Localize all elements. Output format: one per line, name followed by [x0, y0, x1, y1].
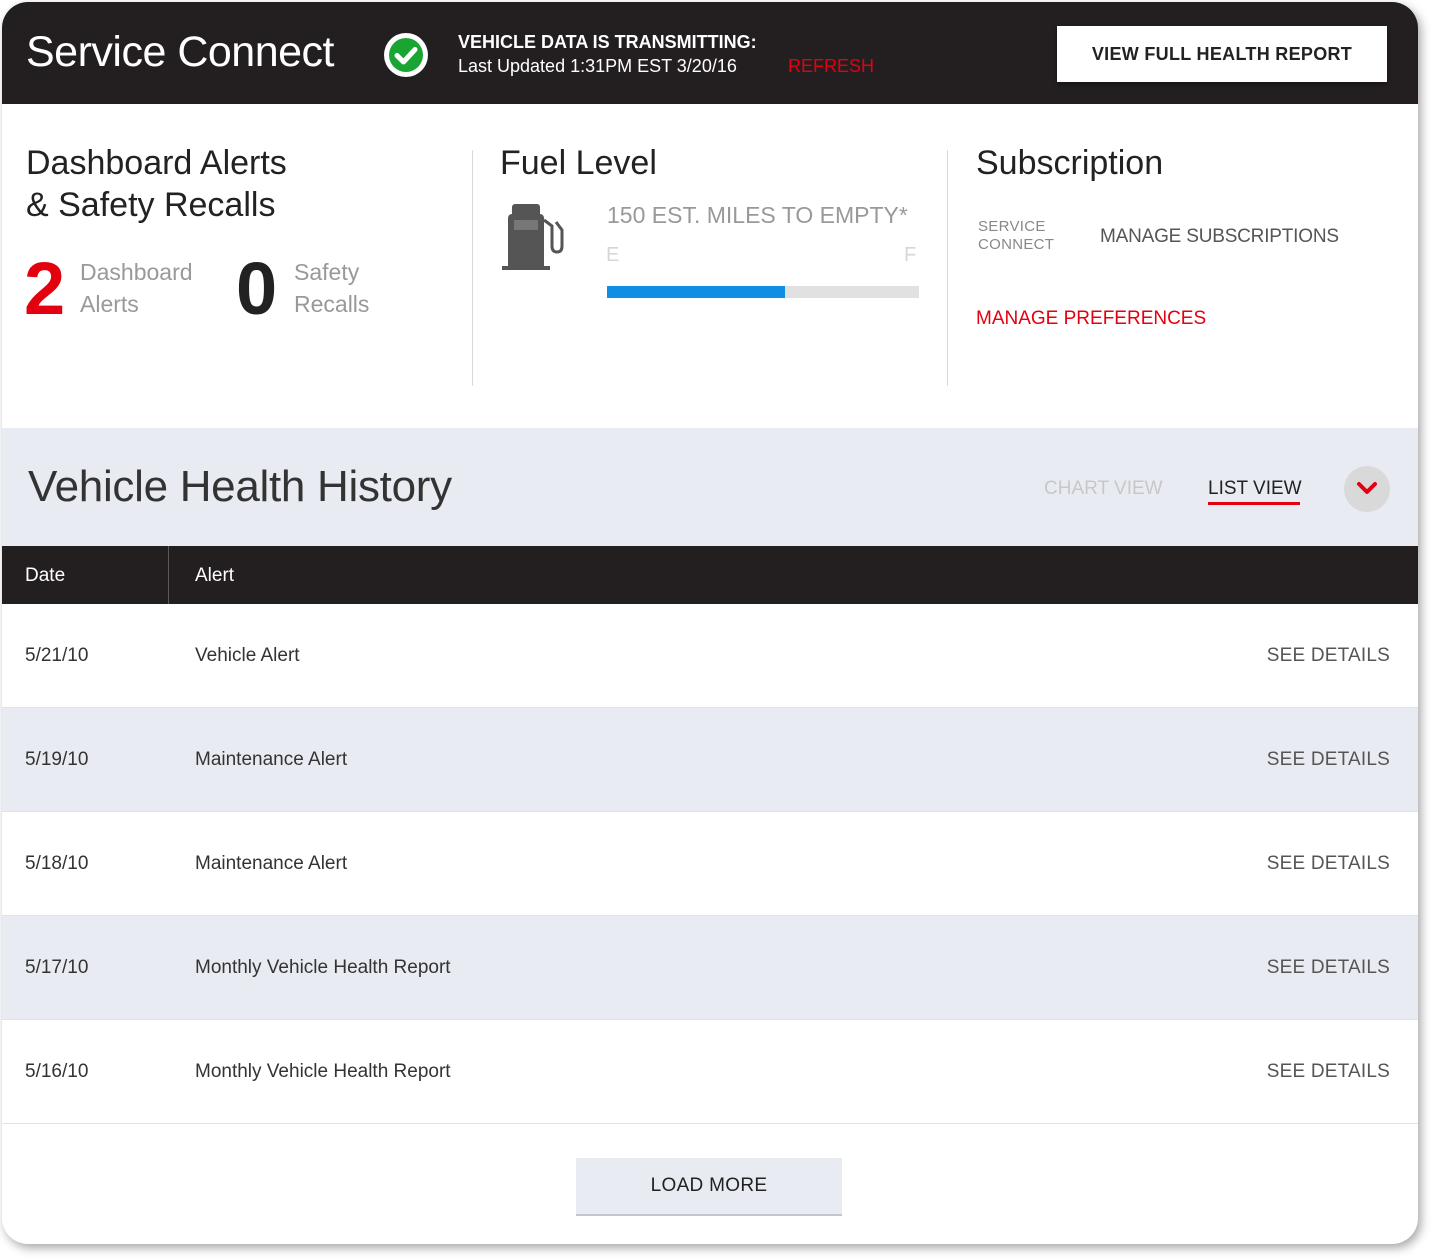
chart-view-tab[interactable]: CHART VIEW	[1044, 478, 1163, 500]
alerts-section-title: Dashboard Alerts & Safety Recalls	[26, 142, 287, 226]
fuel-level-fill	[607, 286, 785, 298]
row-alert: Vehicle Alert	[195, 645, 300, 666]
collapse-toggle-button[interactable]	[1344, 466, 1390, 512]
fuel-level-title: Fuel Level	[500, 144, 657, 182]
row-alert: Monthly Vehicle Health Report	[195, 1061, 451, 1082]
section-divider	[947, 150, 948, 386]
see-details-link[interactable]: SEE DETAILS	[1267, 645, 1390, 667]
table-row: 5/17/10 Monthly Vehicle Health Report SE…	[2, 916, 1418, 1020]
table-row: 5/19/10 Maintenance Alert SEE DETAILS	[2, 708, 1418, 812]
manage-preferences-link[interactable]: MANAGE PREFERENCES	[976, 308, 1206, 330]
row-date: 5/21/10	[25, 645, 89, 666]
fuel-empty-label: E	[606, 244, 620, 266]
history-title: Vehicle Health History	[28, 462, 452, 511]
manage-subscriptions-link[interactable]: MANAGE SUBSCRIPTIONS	[1100, 226, 1339, 248]
see-details-link[interactable]: SEE DETAILS	[1267, 1061, 1390, 1083]
subscription-title: Subscription	[976, 144, 1164, 182]
chevron-down-icon	[1357, 482, 1377, 494]
refresh-link[interactable]: REFRESH	[788, 56, 874, 77]
alerts-title-line1: Dashboard Alerts	[26, 144, 287, 182]
transmission-status-title: VEHICLE DATA IS TRANSMITTING:	[458, 32, 757, 52]
dashboard-alerts-label: Dashboard Alerts	[80, 256, 193, 320]
row-date: 5/18/10	[25, 853, 89, 874]
table-header: Date Alert	[2, 546, 1418, 604]
fuel-full-label: F	[904, 244, 917, 266]
fuel-pump-icon	[502, 204, 564, 270]
table-row: 5/21/10 Vehicle Alert SEE DETAILS	[2, 604, 1418, 708]
section-divider	[472, 150, 473, 386]
fuel-level-bar	[607, 286, 919, 298]
see-details-link[interactable]: SEE DETAILS	[1267, 957, 1390, 979]
column-header-alert: Alert	[195, 565, 235, 586]
see-details-link[interactable]: SEE DETAILS	[1267, 749, 1390, 771]
check-circle-icon	[384, 33, 428, 77]
safety-recalls-count: 0	[236, 247, 278, 330]
load-more-button[interactable]: LOAD MORE	[576, 1158, 842, 1216]
vehicle-health-history-header: Vehicle Health History CHART VIEW LIST V…	[2, 428, 1418, 546]
row-alert: Monthly Vehicle Health Report	[195, 957, 451, 978]
subscription-name: SERVICE CONNECT	[978, 218, 1054, 254]
app-title: Service Connect	[26, 28, 335, 76]
table-row: 5/18/10 Maintenance Alert SEE DETAILS	[2, 812, 1418, 916]
row-date: 5/17/10	[25, 957, 89, 978]
table-row: 5/16/10 Monthly Vehicle Health Report SE…	[2, 1020, 1418, 1124]
see-details-link[interactable]: SEE DETAILS	[1267, 853, 1390, 875]
dashboard-alerts-label-line2: Alerts	[80, 291, 139, 317]
column-header-date: Date	[25, 565, 66, 586]
safety-recalls-label-line1: Safety	[294, 259, 360, 285]
alerts-title-line2: & Safety Recalls	[26, 186, 276, 224]
row-date: 5/19/10	[25, 749, 89, 770]
app-window: Service Connect VEHICLE DATA IS TRANSMIT…	[2, 2, 1418, 1244]
row-alert: Maintenance Alert	[195, 853, 348, 874]
dashboard-alerts-count: 2	[24, 247, 66, 330]
miles-to-empty: 150 EST. MILES TO EMPTY*	[607, 202, 908, 228]
active-tab-indicator	[1208, 502, 1300, 505]
last-updated-text: Last Updated 1:31PM EST 3/20/16	[458, 56, 737, 76]
summary-panel: Dashboard Alerts & Safety Recalls 2 Dash…	[2, 104, 1418, 428]
row-alert: Maintenance Alert	[195, 749, 348, 770]
safety-recalls-label-line2: Recalls	[294, 291, 370, 317]
row-date: 5/16/10	[25, 1061, 89, 1082]
top-header-bar: Service Connect VEHICLE DATA IS TRANSMIT…	[2, 2, 1418, 104]
list-view-tab[interactable]: LIST VIEW	[1208, 478, 1302, 500]
dashboard-alerts-label-line1: Dashboard	[80, 259, 193, 285]
safety-recalls-label: Safety Recalls	[294, 256, 369, 320]
subscription-name-line1: SERVICE	[978, 218, 1046, 235]
view-full-health-report-button[interactable]: VIEW FULL HEALTH REPORT	[1057, 26, 1387, 82]
subscription-name-line2: CONNECT	[978, 236, 1055, 253]
column-separator	[168, 546, 169, 604]
